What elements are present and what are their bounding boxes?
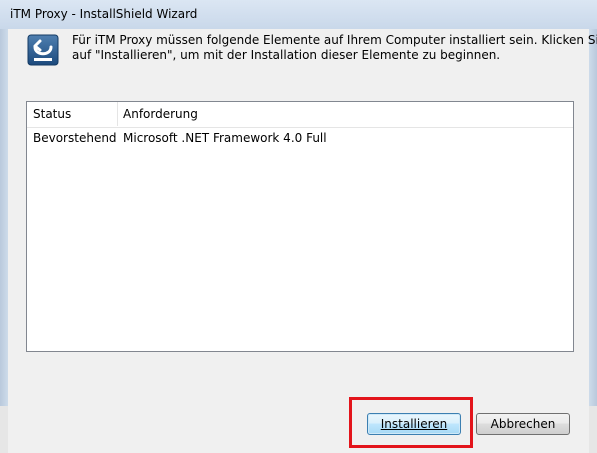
- table-row[interactable]: Bevorstehend Microsoft .NET Framework 4.…: [27, 128, 573, 148]
- window-title: iTM Proxy - InstallShield Wizard: [10, 7, 198, 21]
- window-frame-bottom-right: [589, 406, 597, 453]
- cancel-button[interactable]: Abbrechen: [476, 413, 570, 435]
- installer-window: iTM Proxy - InstallShield Wizard Für iTM…: [0, 0, 597, 453]
- install-button-label: Installieren: [380, 417, 448, 431]
- dialog-message: Für iTM Proxy müssen folgende Elemente a…: [72, 33, 597, 63]
- requirements-list[interactable]: Status Anforderung Bevorstehend Microsof…: [26, 101, 574, 352]
- row-status: Bevorstehend: [33, 131, 117, 145]
- installer-icon: [27, 34, 59, 66]
- row-requirement: Microsoft .NET Framework 4.0 Full: [123, 131, 327, 145]
- install-button[interactable]: Installieren: [367, 413, 461, 435]
- title-bar[interactable]: iTM Proxy - InstallShield Wizard: [0, 0, 597, 29]
- window-frame-right: [589, 29, 597, 453]
- window-frame-left: [0, 29, 8, 453]
- window-frame-bottom-left: [0, 406, 8, 453]
- column-header-status[interactable]: Status: [33, 107, 71, 121]
- column-header-requirement[interactable]: Anforderung: [123, 107, 198, 121]
- list-header: Status Anforderung: [27, 102, 573, 128]
- column-divider[interactable]: [117, 102, 118, 126]
- message-line-2: auf "Installieren", um mit der Installat…: [72, 48, 501, 62]
- message-line-1: Für iTM Proxy müssen folgende Elemente a…: [72, 33, 597, 47]
